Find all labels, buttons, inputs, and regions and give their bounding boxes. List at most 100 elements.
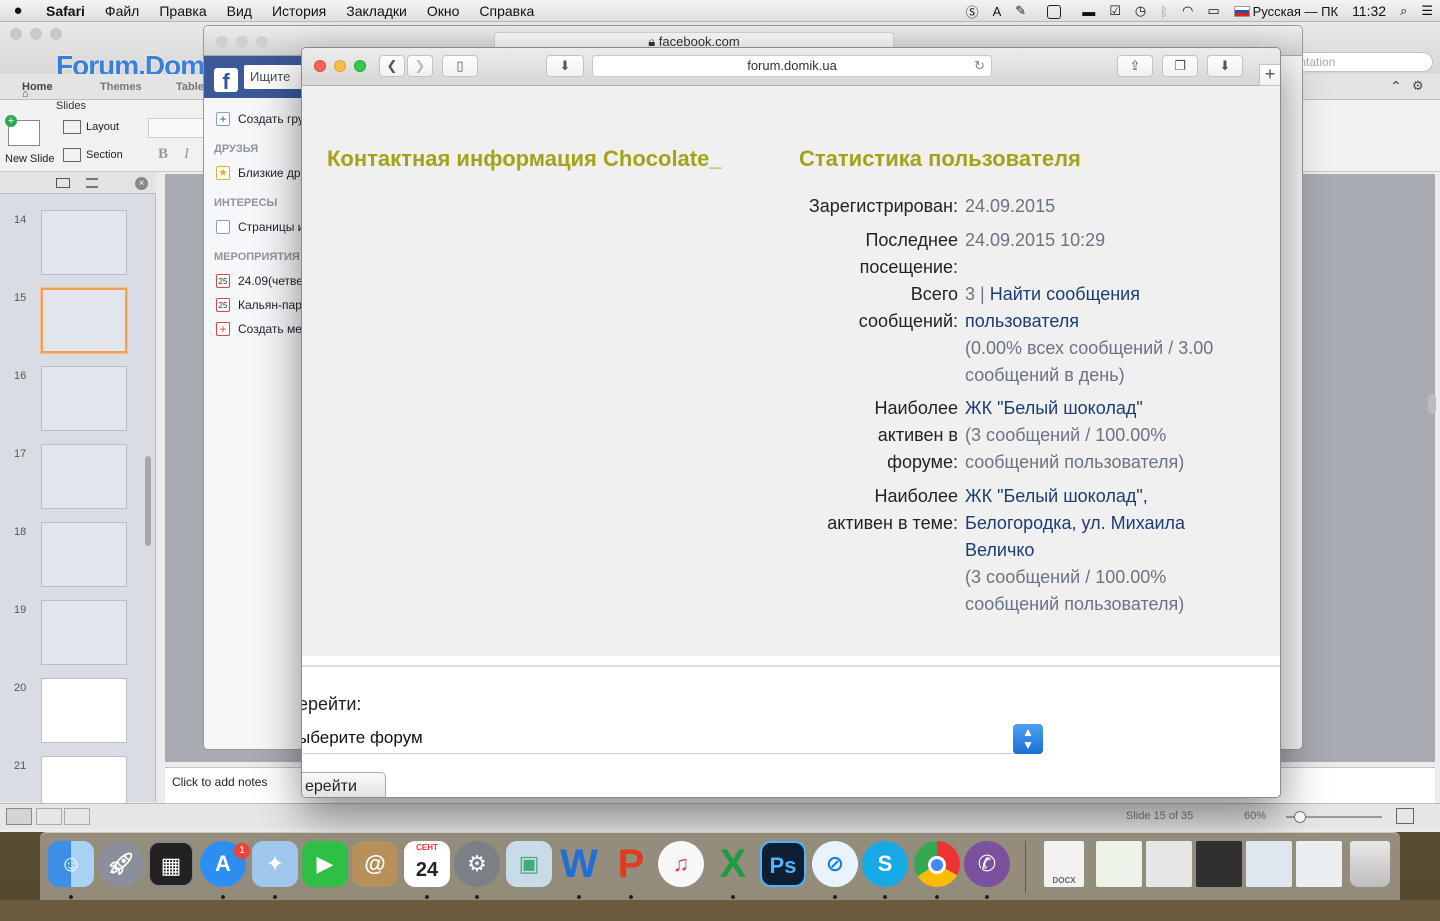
find-posts-link[interactable]: Найти сообщения	[990, 284, 1140, 304]
select-arrows-icon[interactable]: ▲ ▼	[1013, 724, 1043, 754]
photoshop-icon[interactable]: Ps	[760, 841, 806, 887]
minimize-button[interactable]	[236, 36, 248, 48]
minimized-chrome-window-icon[interactable]	[1146, 841, 1192, 887]
battery-small-icon[interactable]: ▬	[1082, 4, 1095, 19]
create-event-link[interactable]: Создать ме	[238, 322, 302, 336]
slides-scrollbar[interactable]	[145, 456, 151, 546]
chrome-icon[interactable]	[914, 841, 960, 887]
presenter-view-icon[interactable]	[64, 808, 90, 825]
share-button[interactable]: ⇪	[1117, 55, 1153, 77]
gear-icon[interactable]: ⚙	[1412, 78, 1424, 94]
slide-thumbnail-20[interactable]	[41, 678, 127, 743]
slide-thumbnail-19[interactable]	[41, 600, 127, 665]
time-machine-icon[interactable]: ◷	[1135, 3, 1146, 19]
zoom-button[interactable]	[256, 36, 268, 48]
menu-window[interactable]: Окно	[417, 3, 470, 19]
tab-tables[interactable]: Table	[176, 81, 204, 93]
battery-icon[interactable]: ▭	[1207, 3, 1219, 19]
find-posts-link-cont[interactable]: пользователя	[965, 308, 1255, 335]
new-slide-button[interactable]: New Slide	[5, 153, 55, 165]
active-forum-link[interactable]: ЖК "Белый шоколад"	[965, 395, 1255, 422]
spotlight-icon[interactable]: ⌕	[1400, 3, 1407, 19]
active-topic-link[interactable]: ЖК "Белый шоколад",	[965, 483, 1255, 510]
excel-icon[interactable]: X	[710, 841, 756, 887]
event-link-2[interactable]: Кальян-парт	[238, 298, 307, 312]
clock[interactable]: 11:32	[1352, 3, 1386, 19]
finder-icon[interactable]: ☺	[48, 841, 94, 887]
trash-icon[interactable]	[1350, 841, 1390, 887]
input-source-menu[interactable]: Русская — ПК	[1253, 4, 1338, 19]
bluetooth-icon[interactable]: ᛒ	[1160, 4, 1168, 19]
normal-view-icon[interactable]	[6, 808, 32, 825]
minimize-button[interactable]	[30, 28, 42, 40]
minimized-safari-window-icon[interactable]	[1246, 841, 1292, 887]
menu-file[interactable]: Файл	[95, 3, 149, 19]
menu-view[interactable]: Вид	[217, 3, 262, 19]
tab-themes[interactable]: Themes	[100, 81, 142, 93]
tab-home[interactable]: ⌂ Home	[22, 81, 53, 100]
tab-downloads-button[interactable]: ⬇	[546, 55, 584, 77]
notification-center-icon[interactable]: ☰	[1421, 3, 1433, 19]
downloads-button[interactable]: ⬇	[1207, 55, 1243, 77]
fit-window-icon[interactable]	[1396, 808, 1414, 824]
system-preferences-icon[interactable]: ⚙	[454, 841, 500, 887]
zoom-slider[interactable]	[1286, 811, 1382, 823]
launchpad-icon[interactable]: 🚀︎	[98, 841, 144, 887]
menu-help[interactable]: Справка	[469, 3, 544, 19]
tabs-overview-button[interactable]: ❐	[1162, 55, 1198, 77]
minimized-safari-window-icon[interactable]	[1196, 841, 1242, 887]
skype-icon[interactable]: S	[862, 841, 908, 887]
thumbnail-view-icon[interactable]	[56, 178, 70, 188]
powerpoint-icon[interactable]: P	[608, 841, 654, 887]
menu-bookmarks[interactable]: Закладки	[336, 3, 417, 19]
apple-menu-icon[interactable]: ●	[0, 2, 36, 19]
forward-button[interactable]: ❯	[407, 55, 433, 77]
adobe-icon[interactable]: A	[993, 4, 1002, 19]
new-tab-button[interactable]: +	[1259, 64, 1280, 86]
facebook-logo-icon[interactable]: f	[214, 68, 238, 92]
close-button[interactable]	[10, 28, 22, 40]
forum-select[interactable]: ыберите форум	[302, 722, 1042, 754]
slide-thumbnail-17[interactable]	[41, 444, 127, 509]
wifi-icon[interactable]: ◠	[1182, 3, 1193, 19]
zoom-button[interactable]	[354, 60, 366, 72]
menu-safari[interactable]: Safari	[36, 3, 95, 19]
close-friends-link[interactable]: Близкие др	[238, 166, 301, 180]
facetime-icon[interactable]: ▶	[302, 841, 348, 887]
tool-icon[interactable]: ✎	[1015, 3, 1026, 19]
address-bar[interactable]: forum.domik.ua ↻	[592, 55, 992, 77]
itunes-icon[interactable]: ♫	[658, 841, 704, 887]
slide-thumbnail-14[interactable]	[41, 210, 127, 275]
collapse-ribbon-icon[interactable]: ⌃	[1390, 78, 1402, 95]
zoom-button[interactable]	[50, 28, 62, 40]
flag-icon[interactable]	[1233, 5, 1250, 17]
active-topic-link-cont2[interactable]: Величко	[965, 537, 1255, 564]
sidebar-button[interactable]: ▯	[442, 55, 478, 77]
checklist-icon[interactable]: ☑	[1109, 3, 1121, 19]
menu-history[interactable]: История	[262, 3, 336, 19]
calendar-icon[interactable]: СЕНТ 24	[404, 841, 450, 887]
back-button[interactable]: ❮	[379, 55, 405, 77]
outline-view-icon[interactable]	[86, 178, 98, 188]
image-capture-icon[interactable]: ▣	[506, 841, 552, 887]
viber-icon[interactable]: ✆	[964, 841, 1010, 887]
minimized-safari-window-icon[interactable]	[1296, 841, 1342, 887]
slide-thumbnail-18[interactable]	[41, 522, 127, 587]
close-icon[interactable]: ×	[135, 177, 148, 190]
skype-status-icon[interactable]: Ⓢ	[966, 2, 979, 21]
docx-document-icon[interactable]: DOCX	[1044, 841, 1084, 887]
safari-icon[interactable]: ⊘	[812, 841, 858, 887]
layout-button[interactable]: Layout	[86, 121, 119, 133]
bold-button[interactable]: B	[158, 146, 168, 163]
menu-edit[interactable]: Правка	[149, 3, 216, 19]
close-button[interactable]	[314, 60, 326, 72]
slide-sorter-icon[interactable]	[36, 808, 62, 825]
activity-monitor-icon[interactable]: ▦	[148, 841, 194, 887]
italic-button[interactable]: I	[184, 146, 189, 163]
new-slide-icon[interactable]: +	[5, 115, 40, 146]
close-button[interactable]	[216, 36, 228, 48]
minimized-excel-window-icon[interactable]	[1096, 841, 1142, 887]
preview-icon[interactable]: ✦	[252, 841, 298, 887]
section-button[interactable]: Section	[86, 149, 123, 161]
create-group-link[interactable]: Создать гру	[238, 112, 304, 126]
